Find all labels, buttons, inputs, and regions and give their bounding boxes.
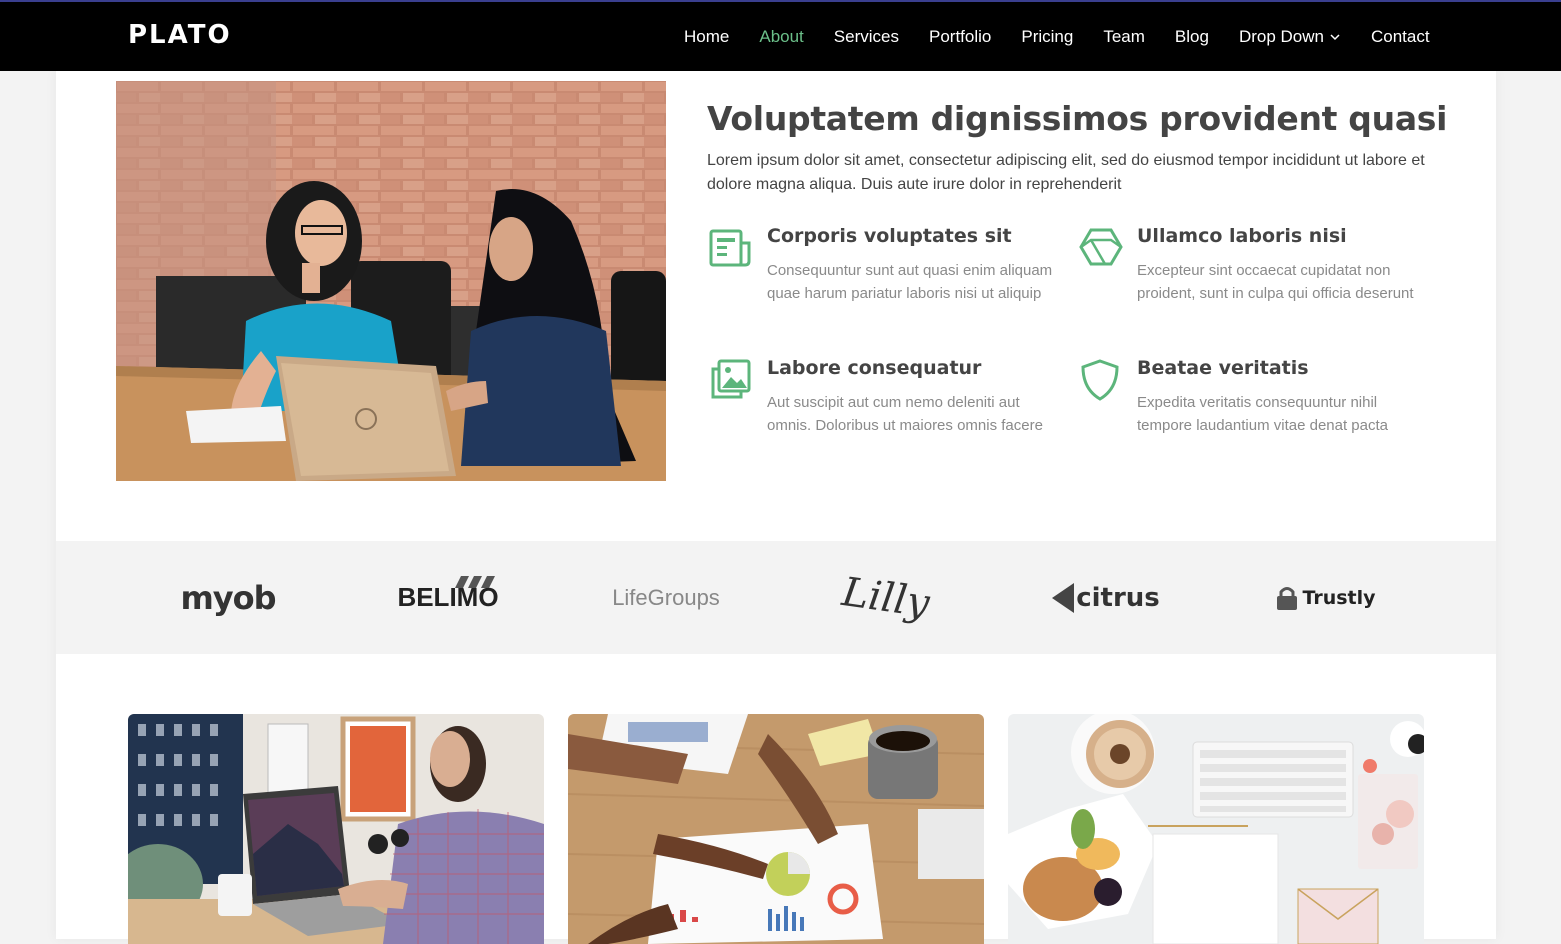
about-lead: Lorem ipsum dolor sit amet, consectetur … [707,152,1425,193]
feature-desc: Aut suscipit aut cum nemo deleniti aut o… [767,394,1043,434]
nav-label: Services [833,26,899,46]
feature-title: Beatae veritatis [1137,357,1309,379]
site-logo[interactable]: PLATO [128,18,232,52]
workspace-photo [128,714,544,944]
newspaper-icon [709,229,751,267]
nav-item-team[interactable]: Team [1103,27,1145,47]
nav-item-blog[interactable]: Blog [1175,27,1209,47]
nav-item-pricing[interactable]: Pricing [1021,27,1073,47]
main-nav: Home About Services Portfolio Pricing Te… [684,2,1430,71]
nav-label: Team [1103,26,1145,46]
about-image [116,81,666,481]
client-logo-citrus: citrus [996,541,1216,654]
portfolio-card[interactable] [1008,714,1424,944]
belimo-logo: BELIMO [397,576,499,613]
analytics-photo [568,714,984,944]
nav-label: About [759,26,804,46]
nav-item-about[interactable]: About [759,27,803,47]
nav-label: Blog [1174,26,1209,46]
nav-label: Drop Down [1238,26,1324,46]
site-header: PLATO Home About Services Portfolio Pric… [0,0,1561,71]
nav-item-dropdown[interactable]: Drop Down [1239,27,1341,47]
flatlay-photo [1008,714,1424,944]
feature-title: Labore consequatur [767,357,982,379]
client-logo-text: Trustly [1302,586,1376,609]
feature-desc: Expedita veritatis consequuntur nihil te… [1137,394,1388,434]
nav-item-services[interactable]: Services [834,27,899,47]
portfolio-card[interactable] [128,714,544,944]
about-title: Voluptatem dignissimos provident quasi [707,99,1448,138]
client-logo-text: LifeGroups [612,584,720,610]
feature-title: Corporis voluptates sit [767,225,1012,247]
lock-icon [1277,586,1298,610]
client-logo-belimo: BELIMO [338,541,558,654]
nav-label: Portfolio [928,26,992,46]
feature-desc: Consequuntur sunt aut quasi enim aliquam… [767,262,1053,302]
cube-icon [1079,228,1123,266]
nav-label: Pricing [1021,26,1074,46]
nav-item-portfolio[interactable]: Portfolio [929,27,991,47]
chevron-down-icon [1330,33,1340,40]
client-logo-text: Lilly [839,568,933,627]
images-icon [711,359,751,399]
client-logo-text: myob [180,578,276,617]
main-content: Voluptatem dignissimos provident quasi L… [56,71,1496,944]
shield-icon [1081,359,1119,401]
belimo-mark-icon [455,576,496,588]
client-logo-myob: myob [118,541,338,654]
feature-desc: Excepteur sint occaecat cupidatat non pr… [1137,262,1414,302]
client-logo-lifegroups: LifeGroups [556,541,776,654]
nav-label: Contact [1370,26,1430,46]
citrus-mark-icon [1052,582,1075,613]
client-logo-trustly: Trustly [1216,541,1436,654]
feature-title: Ullamco laboris nisi [1137,225,1347,247]
portfolio-card[interactable] [568,714,984,944]
client-logo-text: citrus [1076,582,1160,613]
nav-item-contact[interactable]: Contact [1371,27,1430,47]
nav-label: Home [684,26,730,46]
client-logo-lilly: Lilly [776,541,996,654]
nav-item-home[interactable]: Home [684,27,729,47]
meeting-photo [116,81,666,481]
clients-section: myob BELIMO LifeGroups Lilly citrus Trus… [56,541,1496,654]
